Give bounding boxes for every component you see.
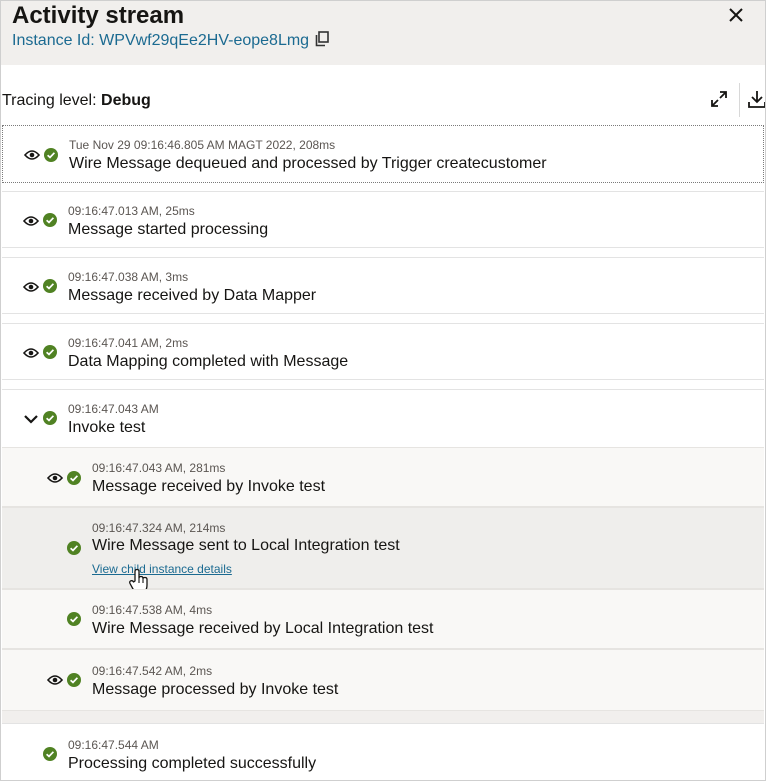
activity-stream-panel: Activity stream Instance Id: WPVwf29qEe2… bbox=[0, 0, 766, 781]
entry-timestamp: 09:16:47.538 AM, 4ms bbox=[92, 603, 213, 617]
check-circle-icon bbox=[67, 541, 81, 555]
check-circle-icon bbox=[43, 279, 57, 293]
activity-entry[interactable]: 09:16:47.013 AM, 25ms Message started pr… bbox=[2, 191, 764, 248]
entry-message: Wire Message sent to Local Integration t… bbox=[92, 537, 400, 554]
tracing-label: Tracing level: bbox=[2, 92, 97, 109]
activity-entry[interactable]: Tue Nov 29 09:16:46.805 AM MAGT 2022, 20… bbox=[2, 125, 764, 183]
entry-timestamp: 09:16:47.544 AM bbox=[68, 738, 159, 752]
toolbar-divider bbox=[739, 83, 740, 117]
entry-message: Message processed by Invoke test bbox=[92, 681, 339, 698]
entry-timestamp: 09:16:47.013 AM, 25ms bbox=[68, 204, 195, 218]
check-circle-icon bbox=[67, 612, 81, 626]
entry-message: Wire Message received by Local Integrati… bbox=[92, 620, 434, 637]
check-circle-icon bbox=[67, 471, 81, 485]
view-child-instance-link[interactable]: View child instance details bbox=[92, 562, 232, 576]
entry-message: Invoke test bbox=[68, 419, 146, 436]
entry-timestamp: 09:16:47.043 AM bbox=[68, 402, 159, 416]
download-icon[interactable] bbox=[747, 89, 766, 109]
chevron-down-icon[interactable] bbox=[23, 413, 39, 425]
entry-message: Message started processing bbox=[68, 221, 269, 238]
child-entry[interactable]: 09:16:47.542 AM, 2ms Message processed b… bbox=[2, 649, 764, 711]
eye-icon[interactable] bbox=[23, 347, 39, 359]
eye-icon[interactable] bbox=[47, 472, 63, 484]
activity-entry[interactable]: 09:16:47.038 AM, 3ms Message received by… bbox=[2, 257, 764, 314]
check-circle-icon bbox=[44, 148, 58, 162]
check-circle-icon bbox=[43, 345, 57, 359]
panel-header: Activity stream Instance Id: WPVwf29qEe2… bbox=[1, 1, 765, 65]
check-circle-icon bbox=[67, 673, 81, 687]
close-icon[interactable] bbox=[727, 6, 745, 24]
eye-icon[interactable] bbox=[24, 149, 40, 161]
check-circle-icon bbox=[43, 411, 57, 425]
entry-message: Message received by Invoke test bbox=[92, 478, 326, 495]
instance-id: Instance Id: WPVwf29qEe2HV-eope8Lmg bbox=[12, 32, 310, 49]
entry-timestamp: 09:16:47.043 AM, 281ms bbox=[92, 461, 226, 475]
tracing-level: Tracing level: Debug bbox=[2, 91, 151, 111]
eye-icon[interactable] bbox=[47, 674, 63, 686]
copy-icon[interactable] bbox=[315, 31, 329, 47]
activity-entry-group[interactable]: 09:16:47.043 AM Invoke test bbox=[2, 389, 764, 447]
entry-message: Message received by Data Mapper bbox=[68, 287, 317, 304]
eye-icon[interactable] bbox=[23, 215, 39, 227]
entry-timestamp: 09:16:47.324 AM, 214ms bbox=[92, 521, 226, 535]
group-end-separator bbox=[2, 711, 764, 723]
entry-message: Processing completed successfully bbox=[68, 755, 317, 772]
tracing-value: Debug bbox=[101, 92, 151, 109]
child-entry[interactable]: 09:16:47.538 AM, 4ms Wire Message receiv… bbox=[2, 589, 764, 649]
entry-timestamp: 09:16:47.542 AM, 2ms bbox=[92, 664, 213, 678]
eye-icon[interactable] bbox=[23, 281, 39, 293]
check-circle-icon bbox=[43, 213, 57, 227]
panel-title: Activity stream bbox=[12, 2, 185, 29]
entry-message: Data Mapping completed with Message bbox=[68, 353, 349, 370]
child-entry[interactable]: 09:16:47.324 AM, 214ms Wire Message sent… bbox=[2, 507, 764, 594]
check-circle-icon bbox=[43, 747, 57, 761]
expand-icon[interactable] bbox=[709, 89, 729, 109]
entry-timestamp: 09:16:47.041 AM, 2ms bbox=[68, 336, 189, 350]
activity-entry[interactable]: 09:16:47.041 AM, 2ms Data Mapping comple… bbox=[2, 323, 764, 380]
entry-timestamp: Tue Nov 29 09:16:46.805 AM MAGT 2022, 20… bbox=[69, 138, 336, 152]
entry-timestamp: 09:16:47.038 AM, 3ms bbox=[68, 270, 189, 284]
entry-message: Wire Message dequeued and processed by T… bbox=[69, 155, 547, 172]
activity-entry[interactable]: 09:16:47.544 AM Processing completed suc… bbox=[2, 723, 764, 780]
child-entry[interactable]: 09:16:47.043 AM, 281ms Message received … bbox=[2, 447, 764, 507]
